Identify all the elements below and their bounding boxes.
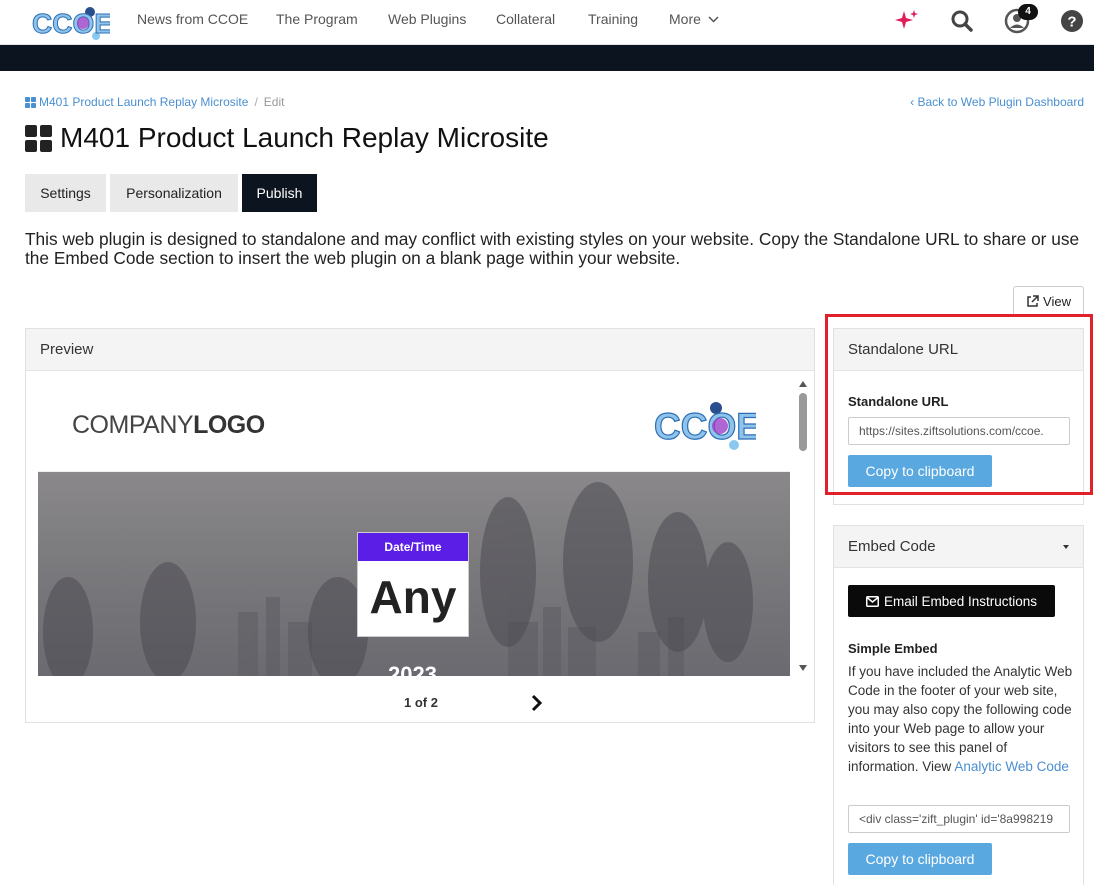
standalone-url-field[interactable]: https://sites.ziftsolutions.com/ccoe.	[848, 417, 1070, 445]
caret-down-icon[interactable]	[1063, 545, 1069, 549]
svg-text:CCOE: CCOE	[32, 8, 110, 39]
header-band	[0, 45, 1094, 71]
sparkle-ai-icon[interactable]	[893, 7, 921, 35]
breadcrumb-parent-link[interactable]: M401 Product Launch Replay Microsite	[39, 95, 248, 109]
breadcrumb-separator: /	[254, 95, 258, 109]
grid-icon	[25, 96, 36, 108]
chevron-down-icon	[708, 16, 719, 23]
standalone-panel-title: Standalone URL	[834, 329, 1083, 371]
email-embed-instructions-button[interactable]: Email Embed Instructions	[848, 585, 1055, 617]
preview-scrollbar[interactable]	[797, 381, 809, 677]
external-link-icon	[1027, 294, 1039, 307]
standalone-url-label: Standalone URL	[848, 394, 949, 409]
notification-badge: 4	[1018, 4, 1038, 20]
tab-settings[interactable]: Settings	[25, 174, 106, 212]
date-card-value: Any	[369, 571, 457, 623]
embed-panel-header[interactable]: Embed Code	[834, 526, 1083, 568]
ccoe-logo[interactable]: CCOE	[30, 3, 110, 41]
view-button-label: View	[1043, 293, 1071, 309]
grid-icon	[25, 124, 52, 152]
preview-frame[interactable]: COMPANYLOGO CCOE Date/Time Any 2023	[38, 383, 790, 676]
nav-more-label: More	[669, 11, 701, 27]
copy-standalone-url-button[interactable]: Copy to clipboard	[848, 455, 992, 487]
breadcrumb: M401 Product Launch Replay Microsite / E…	[25, 95, 284, 109]
date-card-label: Date/Time	[358, 533, 468, 561]
envelope-icon	[865, 595, 879, 607]
svg-text:?: ?	[1067, 14, 1076, 31]
company-logo-bold: LOGO	[193, 411, 265, 439]
ccoe-logo: CCOE	[653, 402, 756, 450]
simple-embed-title: Simple Embed	[848, 641, 938, 656]
tab-publish[interactable]: Publish	[242, 174, 317, 212]
help-icon[interactable]: ?	[1058, 7, 1086, 35]
back-to-dashboard-link[interactable]: ‹ Back to Web Plugin Dashboard	[910, 95, 1084, 109]
chevron-right-icon[interactable]	[529, 693, 545, 713]
publish-intro-text: This web plugin is designed to standalon…	[25, 229, 1080, 268]
breadcrumb-current: Edit	[263, 95, 285, 109]
scroll-down-arrow-icon	[799, 665, 807, 671]
svg-text:CCOE: CCOE	[654, 406, 756, 447]
company-logo-light: COMPANY	[72, 411, 194, 439]
back-link-label: Back to Web Plugin Dashboard	[917, 95, 1084, 109]
nav-item-more[interactable]: More	[669, 11, 719, 27]
view-button[interactable]: View	[1013, 286, 1084, 316]
embed-panel-title: Embed Code	[848, 538, 936, 555]
user-account-icon[interactable]: 4	[1003, 4, 1038, 35]
email-button-label: Email Embed Instructions	[883, 593, 1038, 609]
page-title: M401 Product Launch Replay Microsite	[25, 122, 549, 154]
preview-pager: 1 of 2	[404, 695, 438, 710]
preview-site-header: COMPANYLOGO CCOE	[38, 383, 790, 472]
embed-code-panel: Embed Code Email Embed Instructions Simp…	[833, 525, 1084, 885]
embed-code-field[interactable]: <div class='zift_plugin' id='8a998219	[848, 805, 1070, 833]
nav-item-training[interactable]: Training	[588, 11, 638, 27]
search-icon[interactable]	[948, 7, 976, 35]
nav-item-web-plugins[interactable]: Web Plugins	[388, 11, 466, 27]
top-navigation: CCOE News from CCOE The Program Web Plug…	[0, 0, 1094, 45]
preview-hero-image: Date/Time Any 2023	[38, 472, 790, 676]
company-logo: COMPANYLOGO	[72, 411, 265, 440]
tab-personalization[interactable]: Personalization	[110, 174, 238, 212]
page-title-text: M401 Product Launch Replay Microsite	[60, 122, 549, 153]
copy-embed-code-button[interactable]: Copy to clipboard	[848, 843, 992, 875]
scrollbar-thumb	[799, 393, 807, 451]
standalone-url-panel: Standalone URL Standalone URL https://si…	[833, 328, 1084, 505]
nav-item-collateral[interactable]: Collateral	[496, 11, 555, 27]
simple-embed-description: If you have included the Analytic Web Co…	[848, 662, 1073, 776]
year-text: 2023	[388, 662, 437, 676]
nav-item-news[interactable]: News from CCOE	[137, 11, 248, 27]
date-time-card: Date/Time Any	[357, 532, 469, 637]
scroll-up-arrow-icon	[799, 381, 807, 387]
preview-panel-title: Preview	[26, 329, 814, 371]
analytic-web-code-link[interactable]: Analytic Web Code	[954, 759, 1069, 774]
chevron-left-icon: ‹	[910, 95, 915, 109]
preview-panel: Preview COMPANYLOGO CCOE Date/Time Any 2…	[25, 328, 815, 723]
nav-item-the-program[interactable]: The Program	[276, 11, 358, 27]
simple-embed-text: If you have included the Analytic Web Co…	[848, 664, 1073, 774]
